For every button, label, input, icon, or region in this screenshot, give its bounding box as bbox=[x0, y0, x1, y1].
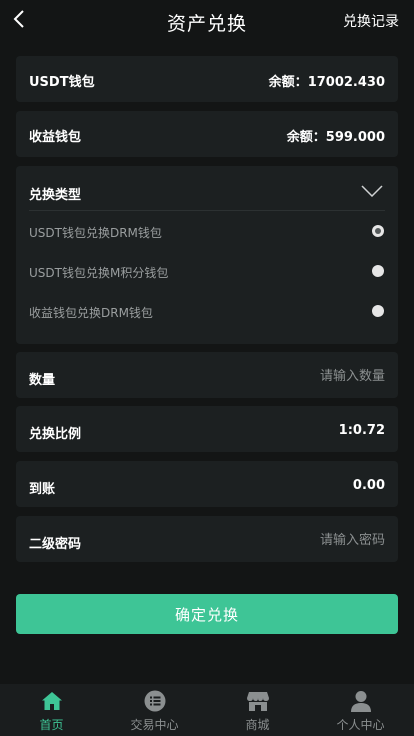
chevron-down-icon bbox=[361, 185, 383, 197]
tab-shop[interactable]: 商城 bbox=[206, 684, 309, 736]
radio-button[interactable] bbox=[372, 265, 384, 277]
wallet-label: 收益钱包 bbox=[29, 130, 82, 145]
exchange-record-link[interactable]: 兑换记录 bbox=[343, 11, 399, 31]
balance-label: 余额： bbox=[268, 75, 308, 90]
exchange-type-card: 兑换类型 USDT钱包兑换DRM钱包 USDT钱包兑换M积分钱包 收益钱包兑换D… bbox=[16, 166, 398, 344]
divider bbox=[29, 210, 385, 211]
balance-value: 17002.430 bbox=[307, 75, 385, 90]
radio-button[interactable] bbox=[372, 305, 384, 317]
ratio-value: 1:0.72 bbox=[338, 423, 385, 438]
tab-trade-center[interactable]: 交易中心 bbox=[103, 684, 206, 736]
shop-icon bbox=[246, 689, 270, 713]
exchange-option-usdt-drm[interactable]: USDT钱包兑换DRM钱包 bbox=[16, 216, 398, 248]
list-icon bbox=[143, 689, 167, 713]
option-label: 收益钱包兑换DRM钱包 bbox=[29, 306, 153, 320]
arrival-label: 到账 bbox=[29, 482, 56, 497]
radio-button[interactable] bbox=[372, 225, 384, 237]
balance-value: 599.000 bbox=[325, 130, 385, 145]
quantity-row: 数量 bbox=[16, 352, 398, 398]
tab-label: 商城 bbox=[245, 718, 270, 732]
tab-home[interactable]: 首页 bbox=[0, 684, 103, 736]
exchange-type-dropdown[interactable]: 兑换类型 bbox=[16, 166, 398, 210]
top-navbar: 资产兑换 兑换记录 bbox=[0, 0, 414, 42]
usdt-wallet-card: USDT钱包 余额：17002.430 bbox=[16, 56, 398, 102]
home-icon bbox=[40, 689, 64, 713]
option-label: USDT钱包兑换M积分钱包 bbox=[29, 266, 169, 280]
password-input[interactable] bbox=[225, 528, 385, 552]
quantity-input[interactable] bbox=[225, 364, 385, 388]
wallet-label: USDT钱包 bbox=[29, 75, 95, 90]
tab-label: 个人中心 bbox=[336, 718, 385, 732]
exchange-option-usdt-m[interactable]: USDT钱包兑换M积分钱包 bbox=[16, 256, 398, 288]
arrival-row: 到账 0.00 bbox=[16, 461, 398, 507]
tab-profile[interactable]: 个人中心 bbox=[309, 684, 412, 736]
ratio-label: 兑换比例 bbox=[29, 427, 82, 442]
balance-label: 余额： bbox=[286, 130, 326, 145]
user-icon bbox=[349, 689, 373, 713]
password-label: 二级密码 bbox=[29, 537, 82, 552]
arrival-value: 0.00 bbox=[352, 478, 385, 493]
confirm-exchange-button[interactable]: 确定兑换 bbox=[16, 594, 398, 634]
income-wallet-card: 收益钱包 余额：599.000 bbox=[16, 111, 398, 157]
tab-label: 首页 bbox=[39, 718, 64, 732]
password-row: 二级密码 bbox=[16, 516, 398, 562]
exchange-type-label: 兑换类型 bbox=[29, 188, 82, 203]
quantity-label: 数量 bbox=[29, 373, 56, 388]
tab-label: 交易中心 bbox=[130, 718, 179, 732]
option-label: USDT钱包兑换DRM钱包 bbox=[29, 226, 162, 240]
wallet-balance: 余额：599.000 bbox=[287, 126, 385, 145]
ratio-row: 兑换比例 1:0.72 bbox=[16, 406, 398, 452]
exchange-option-income-drm[interactable]: 收益钱包兑换DRM钱包 bbox=[16, 296, 398, 328]
bottom-tab-bar: 首页 交易中心 商城 个人中心 bbox=[0, 684, 414, 736]
wallet-balance: 余额：17002.430 bbox=[269, 71, 385, 90]
